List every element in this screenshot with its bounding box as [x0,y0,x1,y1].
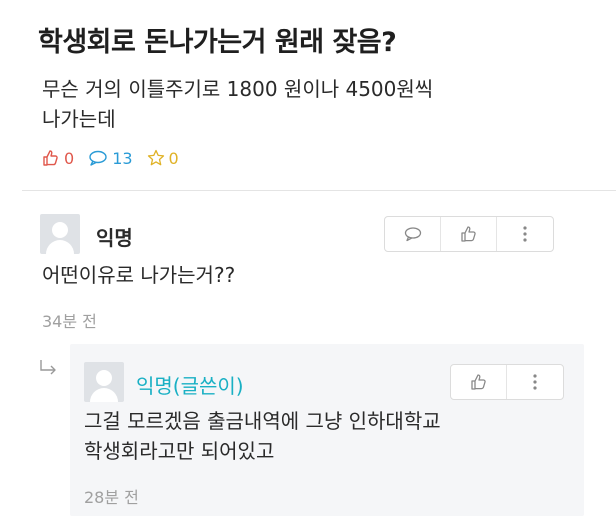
comment-count: 13 [88,148,133,168]
comment-count-value: 13 [112,148,133,168]
like-button[interactable] [441,217,497,251]
like-count: 0 [42,149,74,168]
more-button[interactable] [497,217,553,251]
scrap-count: 0 [147,149,179,168]
post-body: 무슨 거의 이틀주기로 1800 원이나 4500원씩 나가는데 [42,77,434,131]
reply-like-button[interactable] [451,365,507,399]
more-vertical-icon [533,374,537,390]
comment-actions [384,216,554,252]
comment-time: 34분 전 [42,312,97,331]
speech-bubble-icon [404,227,421,242]
reply-author: 익명(글쓴이) [136,374,244,398]
thumbs-up-icon [470,374,486,390]
reply-more-button[interactable] [507,365,563,399]
avatar [40,214,80,254]
thumbs-up-icon [43,150,58,166]
post-stats: 0 13 0 [42,148,193,168]
star-icon [147,149,164,166]
reply-text: 그걸 모르겠음 출금내역에 그냥 인하대학교 학생회라고만 되어있고 [84,409,441,463]
reply-arrow-icon [38,358,60,382]
reply-time: 28분 전 [84,488,139,507]
post-divider [22,190,616,191]
thumbs-up-icon [460,226,476,242]
speech-bubble-icon [89,150,107,166]
like-count-value: 0 [64,148,75,168]
comment-text: 어떤이유로 나가는거?? [42,263,236,287]
comment-author: 익명 [96,226,133,250]
avatar [84,362,124,402]
scrap-count-value: 0 [168,148,179,168]
reply-button[interactable] [385,217,441,251]
post-title: 학생회로 돈나가는거 원래 잦음? [38,27,397,58]
more-vertical-icon [523,226,527,242]
reply-actions [450,364,564,400]
